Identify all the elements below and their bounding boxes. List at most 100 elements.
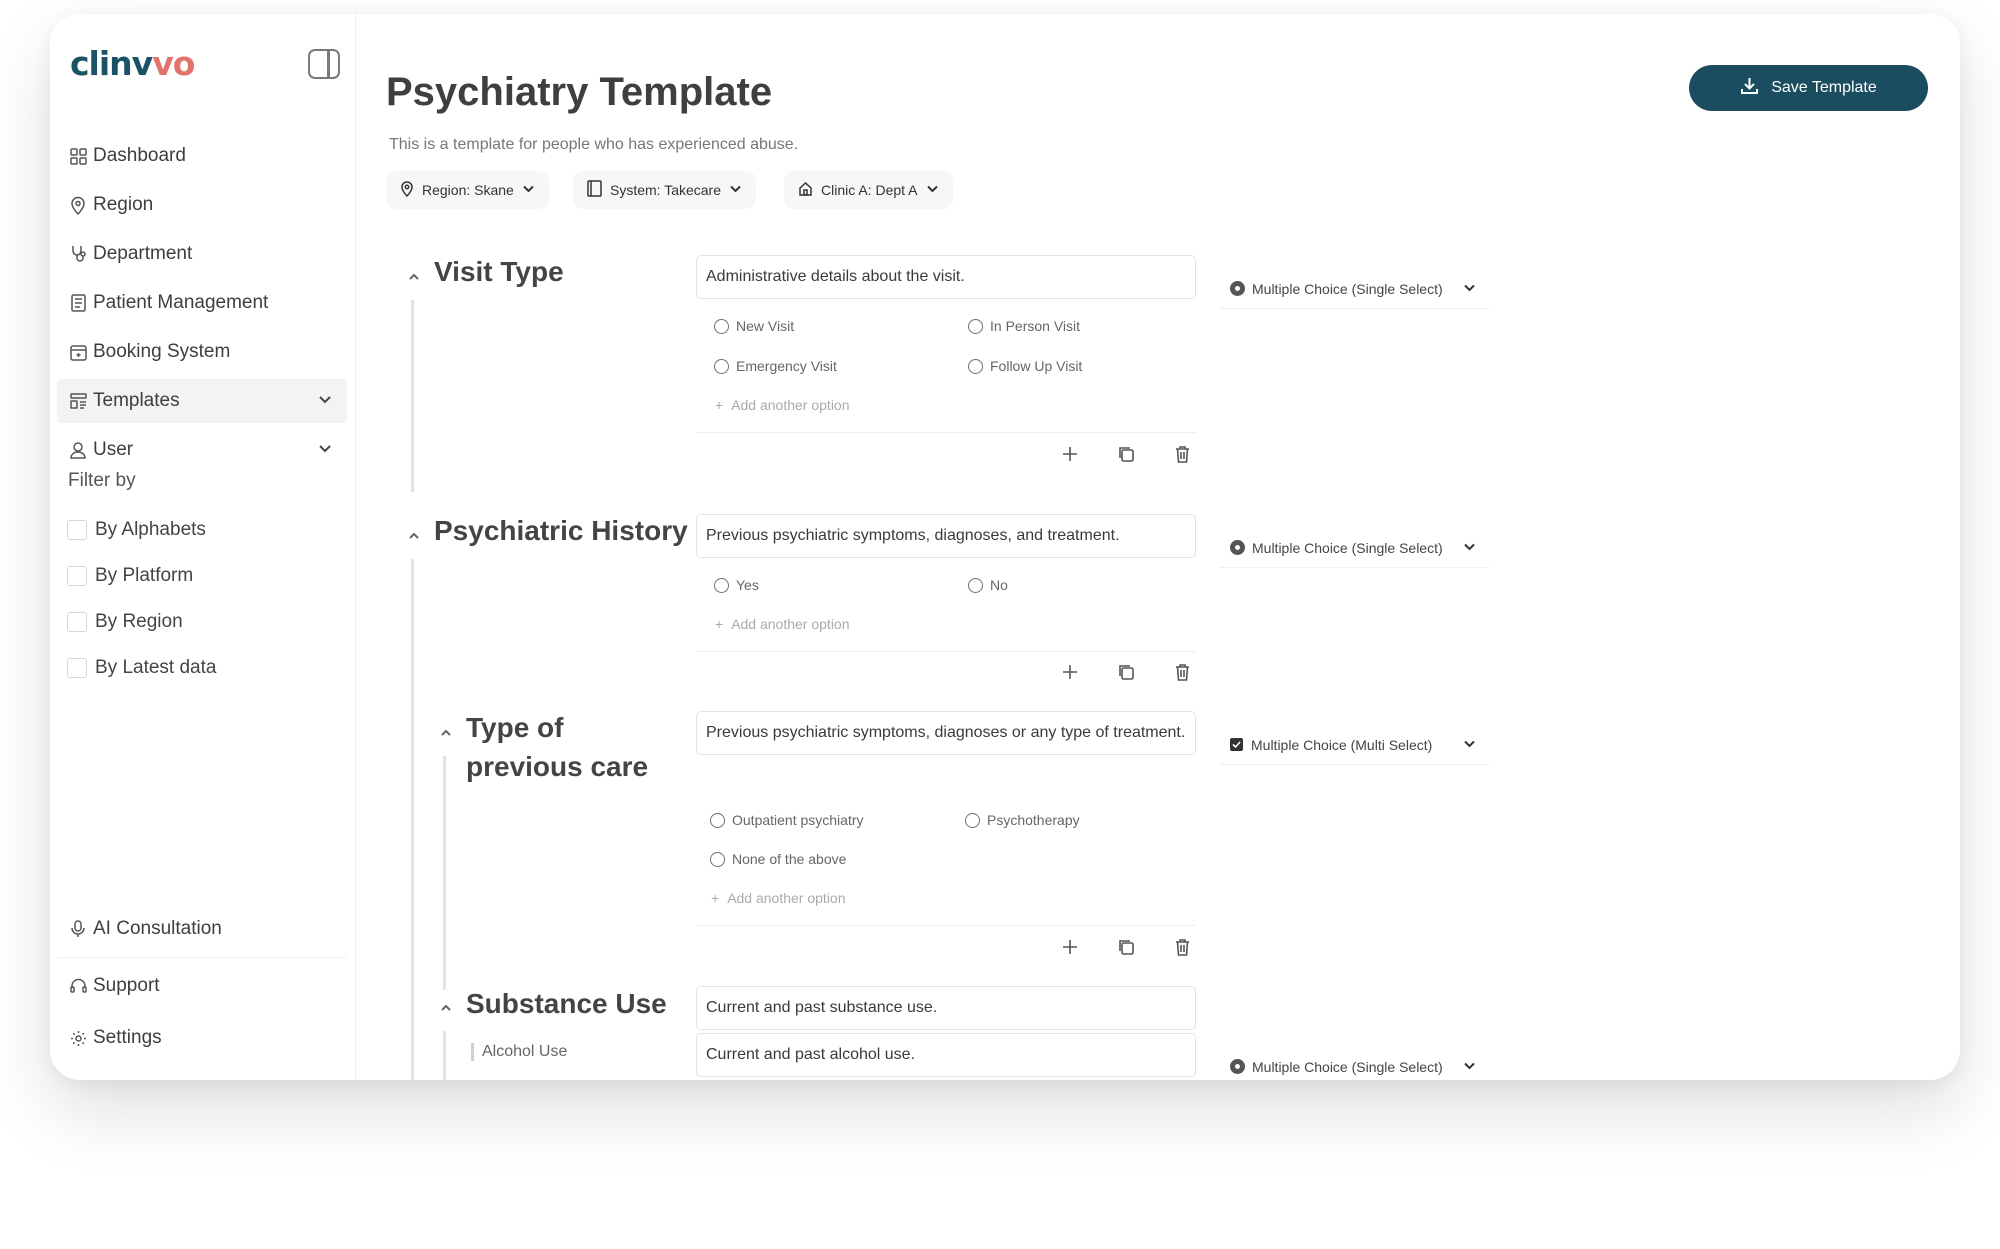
radio-icon[interactable] (968, 358, 983, 374)
collapse-icon[interactable] (407, 528, 421, 539)
section-title: Visit Type (434, 256, 564, 287)
checkbox[interactable] (67, 566, 87, 586)
radio-icon[interactable] (714, 318, 729, 334)
checkbox-checked-icon (1230, 738, 1243, 751)
trash-icon[interactable] (1170, 442, 1194, 466)
option-outpatient-psychiatry[interactable]: Outpatient psychiatry (710, 812, 864, 828)
option-follow-up-visit[interactable]: Follow Up Visit (968, 358, 1082, 374)
chevron-down-icon[interactable] (317, 391, 333, 413)
sidebar-item-region[interactable]: Region (57, 183, 347, 227)
add-icon[interactable] (1058, 935, 1082, 959)
radio-icon[interactable] (965, 812, 980, 828)
question-input[interactable]: Previous psychiatric symptoms, diagnoses… (696, 711, 1196, 755)
headset-icon (69, 977, 87, 995)
sidebar: clinvvo Dashboard Region Department Pati… (50, 14, 356, 1080)
filter-title: Filter by (68, 470, 136, 491)
sidebar-item-ai-consultation[interactable]: AI Consultation (57, 907, 347, 951)
section-title: Psychiatric History (434, 515, 688, 546)
radio-icon[interactable] (968, 577, 983, 593)
question-input[interactable]: Administrative details about the visit. (696, 255, 1196, 299)
filter-region[interactable]: By Region (67, 611, 183, 633)
question-type-select[interactable]: Multiple Choice (Single Select) (1220, 528, 1490, 568)
sidebar-item-user[interactable]: User (57, 428, 347, 472)
collapse-icon[interactable] (439, 1000, 453, 1011)
home-icon (798, 181, 813, 199)
option-yes[interactable]: Yes (714, 577, 759, 593)
book-icon (587, 180, 602, 200)
add-icon[interactable] (1058, 660, 1082, 684)
sidebar-item-templates[interactable]: Templates (57, 379, 347, 423)
sidebar-item-booking-system[interactable]: Booking System (57, 330, 347, 374)
radio-icon[interactable] (710, 812, 725, 828)
section-actions (1058, 660, 1194, 684)
sidebar-item-label: AI Consultation (93, 918, 222, 939)
checkbox[interactable] (67, 612, 87, 632)
add-option-button[interactable]: + Add another option (715, 397, 850, 413)
sidebar-item-label: Templates (93, 390, 180, 411)
collapse-icon[interactable] (439, 725, 453, 736)
sidebar-item-label: Support (93, 975, 160, 996)
save-template-button[interactable]: Save Template (1689, 65, 1928, 111)
duplicate-icon[interactable] (1114, 935, 1138, 959)
option-new-visit[interactable]: New Visit (714, 318, 794, 334)
question-type-select[interactable]: Multiple Choice (Single Select) (1220, 1047, 1490, 1080)
radio-icon[interactable] (968, 318, 983, 334)
sidebar-item-dashboard[interactable]: Dashboard (57, 134, 347, 178)
trash-icon[interactable] (1170, 935, 1194, 959)
add-option-button[interactable]: + Add another option (715, 616, 850, 632)
radio-icon[interactable] (714, 358, 729, 374)
save-template-label: Save Template (1771, 79, 1877, 96)
region-filter-chip[interactable]: Region: Skane (386, 171, 549, 209)
option-emergency-visit[interactable]: Emergency Visit (714, 358, 837, 374)
system-filter-chip[interactable]: System: Takecare (573, 171, 757, 209)
sidebar-toggle-icon[interactable] (308, 49, 340, 79)
question-input[interactable]: Current and past substance use. (696, 986, 1196, 1030)
filter-latest-data[interactable]: By Latest data (67, 657, 216, 679)
trash-icon[interactable] (1170, 660, 1194, 684)
chevron-down-icon[interactable] (317, 440, 333, 462)
radio-selected-icon (1230, 540, 1245, 555)
document-icon (69, 294, 87, 312)
duplicate-icon[interactable] (1114, 660, 1138, 684)
option-psychotherapy[interactable]: Psychotherapy (965, 812, 1080, 828)
radio-icon[interactable] (714, 577, 729, 593)
sidebar-item-settings[interactable]: Settings (57, 1016, 347, 1060)
question-type-select[interactable]: Multiple Choice (Multi Select) (1220, 725, 1490, 765)
option-label: Outpatient psychiatry (732, 812, 864, 828)
option-no[interactable]: No (968, 577, 1008, 593)
collapse-icon[interactable] (407, 269, 421, 280)
section-guide-line (411, 300, 414, 492)
radio-icon[interactable] (710, 851, 725, 867)
subquestion-input[interactable]: Current and past alcohol use. (696, 1033, 1196, 1077)
chevron-down-icon (729, 182, 742, 198)
section-title: Type of previous care (466, 712, 649, 783)
subsection-guide-line (443, 1031, 446, 1080)
add-icon[interactable] (1058, 442, 1082, 466)
sidebar-divider (57, 957, 347, 958)
question-type-label: Multiple Choice (Single Select) (1252, 539, 1443, 556)
duplicate-icon[interactable] (1114, 442, 1138, 466)
sidebar-item-department[interactable]: Department (57, 232, 347, 276)
question-input[interactable]: Previous psychiatric symptoms, diagnoses… (696, 514, 1196, 558)
add-option-button[interactable]: + Add another option (711, 890, 846, 906)
checkbox[interactable] (67, 520, 87, 540)
section-divider (696, 432, 1196, 433)
option-label: Psychotherapy (987, 812, 1080, 828)
question-type-select[interactable]: Multiple Choice (Single Select) (1220, 269, 1490, 309)
filter-alphabets[interactable]: By Alphabets (67, 519, 206, 541)
sidebar-item-support[interactable]: Support (57, 964, 347, 1008)
filter-label: By Region (95, 611, 183, 632)
app-logo[interactable]: clinvvo (70, 44, 195, 83)
filter-platform[interactable]: By Platform (67, 565, 193, 587)
section-guide-line (411, 559, 414, 1080)
download-icon (1740, 76, 1759, 100)
sidebar-item-patient-management[interactable]: Patient Management (57, 281, 347, 325)
section-divider (696, 651, 1196, 652)
subquestion-label: Alcohol Use (471, 1043, 567, 1061)
option-none-of-the-above[interactable]: None of the above (710, 851, 846, 867)
checkbox[interactable] (67, 658, 87, 678)
option-label: Emergency Visit (736, 358, 837, 374)
option-in-person-visit[interactable]: In Person Visit (968, 318, 1080, 334)
gear-icon (69, 1029, 87, 1047)
clinic-filter-chip[interactable]: Clinic A: Dept A (784, 171, 953, 209)
